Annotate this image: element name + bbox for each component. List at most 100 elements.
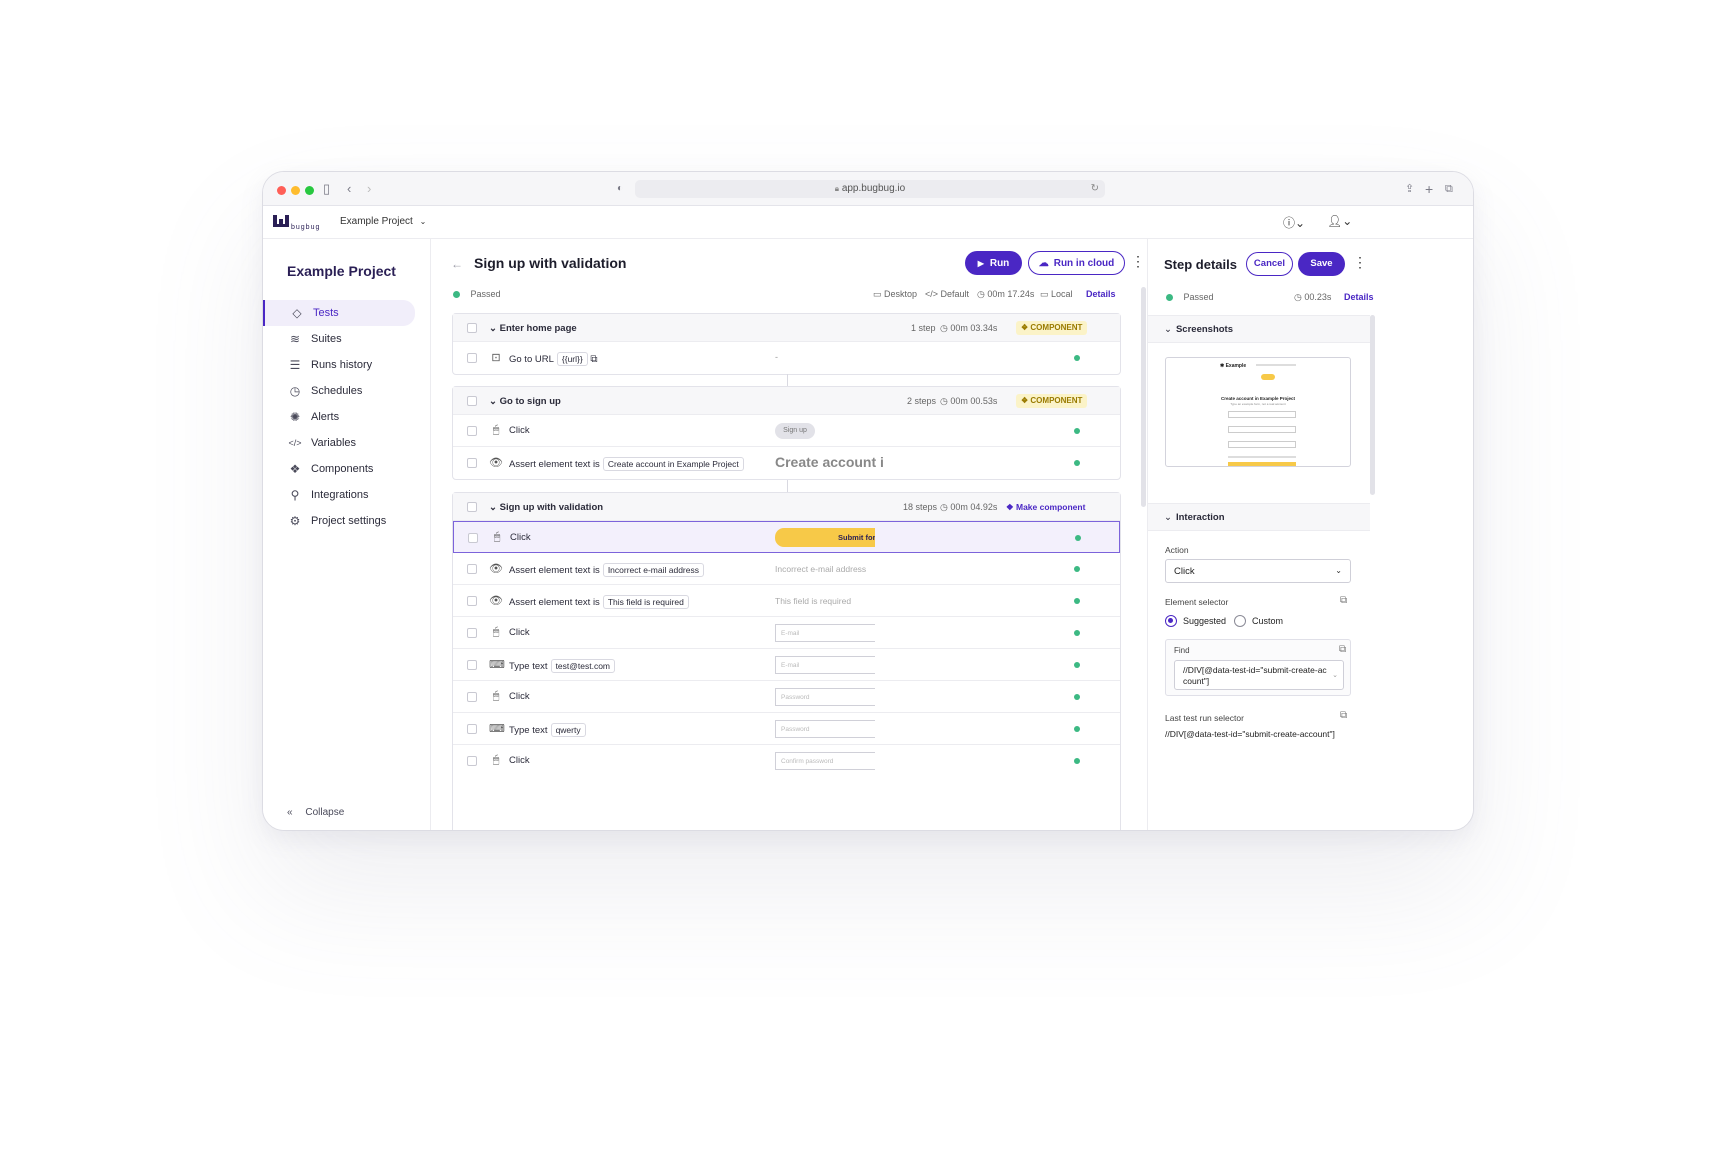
sidebar-item-label: Tests: [313, 307, 339, 319]
details-link[interactable]: Details: [1086, 289, 1116, 299]
interaction-label: Interaction: [1175, 512, 1225, 523]
tabs-overview-icon[interactable]: ⧉: [1445, 181, 1453, 197]
sidebar-item-components[interactable]: ❖ Components: [263, 456, 415, 482]
sidebar-item-variables[interactable]: </> Variables: [263, 430, 415, 456]
sidebar-item-alerts[interactable]: ✺ Alerts: [263, 404, 415, 430]
step-row[interactable]: 🖱︎ Click Sign up: [453, 415, 1120, 447]
sidebar-item-runs-history[interactable]: ☰ Runs history: [263, 352, 415, 378]
step-chip: This field is required: [602, 595, 689, 609]
step-checkbox[interactable]: [467, 660, 477, 670]
minimize-window-button[interactable]: [291, 186, 300, 195]
group-header[interactable]: ⌄ Go to sign up 2 steps ◷ 00m 00.53s ❖ C…: [453, 387, 1120, 415]
maximize-window-button[interactable]: [305, 186, 314, 195]
user-menu-icon[interactable]: 👤︎⌄: [1327, 214, 1352, 228]
action-select[interactable]: Click ⌄: [1165, 559, 1351, 583]
step-checkbox[interactable]: [467, 692, 477, 702]
step-checkbox[interactable]: [467, 564, 477, 574]
step-chip: Create account in Example Project: [602, 457, 744, 471]
address-bar[interactable]: 🔒︎ app.bugbug.io ↻: [635, 180, 1105, 198]
step-row[interactable]: 👁︎ Assert element text is This field is r…: [453, 585, 1120, 617]
save-button[interactable]: Save: [1298, 252, 1345, 276]
step-label: Type text test@test.com: [509, 659, 616, 673]
screenshots-label: Screenshots: [1175, 324, 1233, 335]
collapse-button[interactable]: « Collapse: [287, 807, 344, 818]
find-selector-box: Find ⧉ //DIV[@data-test-id="submit-creat…: [1165, 639, 1351, 696]
sidebar-item-schedules[interactable]: ◷ Schedules: [263, 378, 415, 404]
share-icon[interactable]: ⇪: [1405, 181, 1414, 197]
step-checkbox[interactable]: [467, 628, 477, 638]
step-screenshot[interactable]: ✱ Example Create account in Example Proj…: [1165, 357, 1351, 467]
find-selector-input[interactable]: //DIV[@data-test-id="submit-create-accou…: [1174, 660, 1344, 690]
cancel-button[interactable]: Cancel: [1246, 252, 1293, 276]
diamond-icon: ◇: [292, 306, 302, 320]
interaction-section-header[interactable]: ⌄ Interaction: [1148, 503, 1370, 531]
step-passed-dot: [1074, 630, 1080, 636]
group-checkbox[interactable]: [467, 396, 477, 406]
step-row[interactable]: 👁︎ Assert element text is Create account …: [453, 447, 1120, 479]
step-row[interactable]: 🖱︎ Click Password: [453, 681, 1120, 713]
sidebar-item-label: Integrations: [311, 489, 369, 501]
suggested-radio[interactable]: [1165, 615, 1177, 627]
step-row[interactable]: ⌨ Type text qwerty Password: [453, 713, 1120, 745]
step-status-row: Passed ◷ 00.23s Details: [1166, 292, 1376, 302]
step-chip: Incorrect e-mail address: [602, 563, 704, 577]
step-checkbox[interactable]: [467, 596, 477, 606]
forward-icon[interactable]: ›: [367, 181, 371, 197]
sidebar-item-suites[interactable]: ≋ Suites: [263, 326, 415, 352]
copy-icon[interactable]: ⧉: [1340, 710, 1347, 721]
action-label: Action: [1165, 545, 1189, 555]
back-icon[interactable]: ‹: [347, 181, 351, 197]
more-options-icon[interactable]: ⋮: [1353, 254, 1367, 271]
sidebar-item-tests[interactable]: ◇ Tests: [263, 300, 415, 326]
project-switcher[interactable]: Example Project ⌄: [340, 216, 426, 227]
back-arrow-icon[interactable]: ←: [451, 257, 463, 271]
step-row[interactable]: 👁︎ Assert element text is Incorrect e-mai…: [453, 553, 1120, 585]
step-row[interactable]: 🖱︎ Click Confirm password: [453, 745, 1120, 777]
sidebar-toggle-icon[interactable]: ▯: [323, 181, 330, 197]
step-details-link[interactable]: Details: [1344, 292, 1374, 302]
custom-radio[interactable]: [1234, 615, 1246, 627]
step-checkbox[interactable]: [467, 458, 477, 468]
bugbug-logo[interactable]: bugbug: [273, 213, 329, 233]
copy-icon[interactable]: ⧉: [1339, 644, 1346, 655]
help-icon[interactable]: ⓘ⌄: [1283, 214, 1305, 231]
step-preview-text: Create account i: [775, 454, 884, 470]
group-header[interactable]: ⌄ Sign up with validation 18 steps ◷ 00m…: [453, 493, 1120, 521]
privacy-shield-icon[interactable]: ◐: [617, 181, 623, 197]
step-checkbox[interactable]: [467, 426, 477, 436]
group-checkbox[interactable]: [467, 502, 477, 512]
test-status: Passed: [470, 289, 501, 299]
copy-icon[interactable]: ⧉: [1340, 595, 1347, 606]
step-checkbox[interactable]: [467, 756, 477, 766]
step-preview-button: Sign up: [775, 423, 815, 439]
sidebar-item-label: Project settings: [311, 515, 387, 527]
collapse-label: Collapse: [305, 807, 345, 818]
step-preview: -: [775, 352, 778, 362]
step-checkbox[interactable]: [468, 533, 478, 543]
screenshots-section-header[interactable]: ⌄ Screenshots: [1148, 315, 1370, 343]
close-window-button[interactable]: [277, 186, 286, 195]
step-row[interactable]: ⌨ Type text test@test.com E-mail: [453, 649, 1120, 681]
group-checkbox[interactable]: [467, 323, 477, 333]
step-checkbox[interactable]: [467, 724, 477, 734]
step-row[interactable]: ⊡ Go to URL {{url}} ⧉ -: [453, 342, 1120, 374]
step-checkbox[interactable]: [467, 353, 477, 363]
step-preview-submit: Submit form: [775, 528, 875, 547]
panel-scrollbar[interactable]: [1370, 315, 1375, 495]
step-label: Type text qwerty: [509, 723, 586, 737]
sidebar-item-integrations[interactable]: ⚲ Integrations: [263, 482, 415, 508]
group-header[interactable]: ⌄ Enter home page 1 step ◷ 00m 03.34s ❖ …: [453, 314, 1120, 342]
eye-check-icon: 👁︎: [489, 457, 503, 469]
step-preview-input: Password: [775, 688, 875, 706]
sidebar-item-project-settings[interactable]: ⚙ Project settings: [263, 508, 415, 534]
make-component-button[interactable]: ❖ Make component: [1006, 502, 1085, 513]
mouse-icon: 🖱︎: [492, 626, 500, 638]
step-row-selected[interactable]: 🖱︎ Click Submit form: [453, 521, 1120, 553]
main-scrollbar[interactable]: [1141, 287, 1146, 507]
run-in-cloud-button[interactable]: ☁ Run in cloud: [1028, 251, 1125, 275]
step-row[interactable]: 🖱︎ Click E-mail: [453, 617, 1120, 649]
reload-icon[interactable]: ↻: [1091, 180, 1099, 198]
more-options-icon[interactable]: ⋮: [1131, 253, 1145, 270]
new-tab-icon[interactable]: +: [1425, 181, 1433, 197]
run-button[interactable]: ▶ Run: [965, 251, 1022, 275]
